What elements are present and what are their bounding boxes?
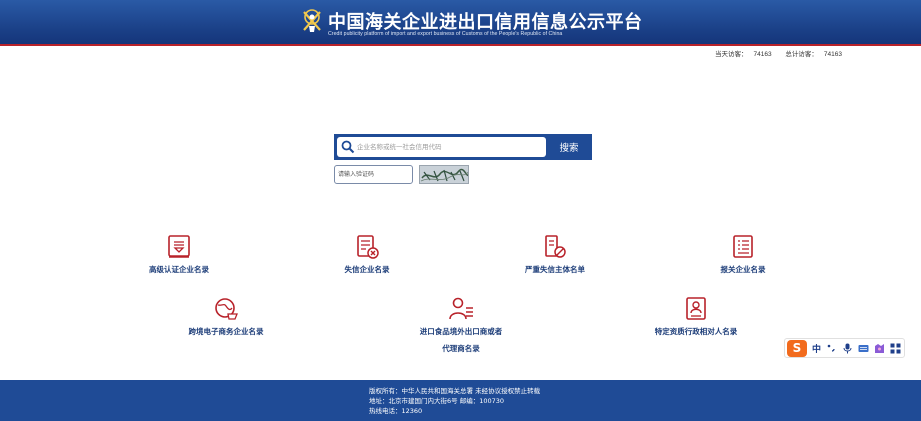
- total-visitors-value: 74163: [823, 51, 842, 58]
- category-special-qualification[interactable]: 特定资质行政相对人名录: [647, 296, 745, 337]
- search-input[interactable]: [357, 139, 542, 155]
- category-label-line2: 代理商名录: [442, 344, 480, 353]
- sogou-logo-icon[interactable]: S: [787, 340, 807, 357]
- today-visitors-value: 74163: [753, 51, 772, 58]
- skin-icon[interactable]: [874, 343, 885, 354]
- site-footer: 版权所有：中华人民共和国海关总署 未经协议授权禁止转载 地址：北京市建国门内大街…: [0, 380, 921, 421]
- captcha-noise-graphic: [420, 166, 468, 183]
- forbidden-document-icon: [545, 235, 566, 258]
- customs-emblem-icon: [303, 9, 321, 32]
- visitor-stats: 当天访客： 74163 总计访客： 74163: [715, 48, 854, 58]
- person-document-icon: [686, 297, 706, 320]
- footer-address: 地址：北京市建国门内大街6号 邮编：100730: [369, 397, 505, 405]
- search-field-wrapper: [337, 137, 546, 157]
- list-document-icon: [733, 235, 753, 258]
- site-header: 中国海关企业进出口信用信息公示平台 Credit publicity platf…: [0, 0, 921, 46]
- search-icon: [341, 140, 355, 154]
- total-visitors-label: 总计访客：: [785, 51, 818, 58]
- footer-info: 版权所有：中华人民共和国海关总署 未经协议授权禁止转载 地址：北京市建国门内大街…: [369, 386, 540, 416]
- certificate-icon: [168, 235, 190, 258]
- ime-toolbar[interactable]: S 中: [784, 338, 905, 358]
- category-label: 特定资质行政相对人名录: [654, 327, 738, 336]
- today-visitors-label: 当天访客：: [715, 51, 748, 58]
- category-label: 进口食品境外出口商或者: [419, 327, 503, 336]
- category-label: 跨境电子商务企业名录: [188, 327, 264, 336]
- site-subtitle: Credit publicity platform of import and …: [328, 31, 563, 37]
- category-customs-declaration[interactable]: 报关企业名录: [714, 234, 772, 275]
- footer-hotline: 热线电话：12360: [369, 407, 423, 415]
- captcha-input[interactable]: [334, 165, 413, 184]
- total-visitors: 总计访客： 74163: [785, 51, 848, 58]
- microphone-icon[interactable]: [842, 343, 853, 354]
- punctuation-icon[interactable]: [826, 343, 837, 354]
- category-premium-certified[interactable]: 高级认证企业名录: [140, 234, 218, 275]
- category-label: 报关企业名录: [720, 265, 766, 274]
- category-label: 高级认证企业名录: [149, 265, 209, 274]
- site-brand[interactable]: 中国海关企业进出口信用信息公示平台 Credit publicity platf…: [300, 6, 642, 42]
- captcha-image[interactable]: [419, 165, 469, 184]
- category-label: 严重失信主体名单: [525, 265, 585, 274]
- blacklist-icon: [357, 235, 379, 259]
- category-cross-border-ecommerce[interactable]: 跨境电子商务企业名录: [180, 296, 272, 337]
- page: 中国海关企业进出口信用信息公示平台 Credit publicity platf…: [0, 0, 921, 421]
- search-bar: 搜索: [334, 134, 592, 160]
- ime-language-toggle[interactable]: 中: [812, 342, 821, 355]
- person-list-icon: [449, 297, 473, 320]
- footer-copyright: 版权所有：中华人民共和国海关总署 未经协议授权禁止转载: [369, 387, 541, 395]
- toolbox-grid-icon[interactable]: [890, 343, 901, 354]
- today-visitors: 当天访客： 74163: [715, 51, 778, 58]
- keyboard-icon[interactable]: [858, 343, 869, 354]
- search-button[interactable]: 搜索: [548, 137, 590, 157]
- category-dishonest-enterprises[interactable]: 失信企业名录: [338, 234, 396, 275]
- category-food-exporters-agents[interactable]: 进口食品境外出口商或者 代理商名录: [411, 296, 511, 354]
- globe-cart-icon: [215, 298, 238, 320]
- category-serious-dishonest-subjects[interactable]: 严重失信主体名单: [519, 234, 591, 275]
- category-label: 失信企业名录: [344, 265, 390, 274]
